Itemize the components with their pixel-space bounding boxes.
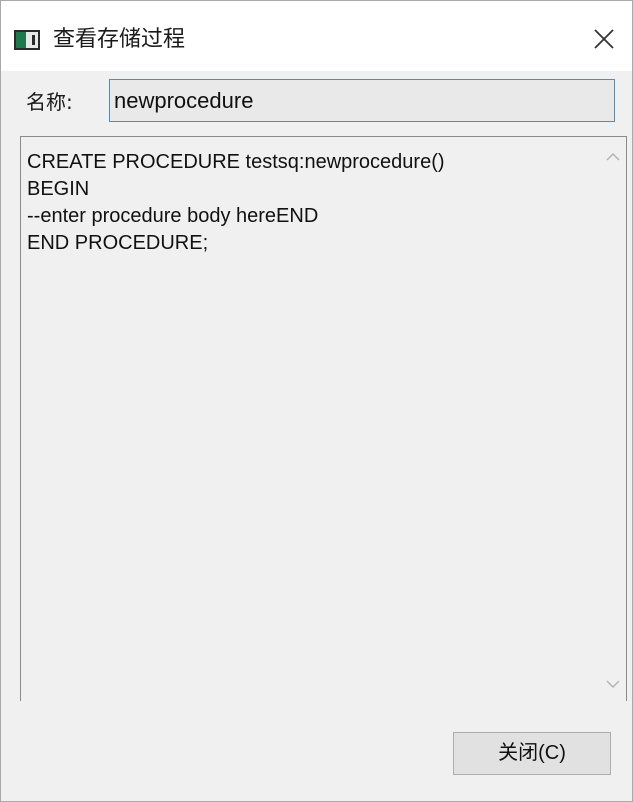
window-title: 查看存储过程 (53, 27, 186, 52)
vertical-scrollbar[interactable] (599, 137, 626, 701)
title-bar: 查看存储过程 (1, 1, 632, 71)
source-line: BEGIN (27, 178, 90, 200)
close-icon[interactable] (591, 26, 617, 52)
app-window-icon (14, 30, 40, 50)
source-line: CREATE PROCEDURE testsq:newprocedure() (27, 151, 445, 173)
source-line: --enter procedure body hereEND (27, 205, 319, 227)
procedure-name-field[interactable] (109, 79, 615, 122)
chevron-down-icon[interactable] (606, 679, 620, 689)
procedure-source-editor[interactable]: CREATE PROCEDURE testsq:newprocedure() B… (20, 136, 627, 701)
chevron-up-icon[interactable] (606, 152, 620, 162)
procedure-source-text[interactable]: CREATE PROCEDURE testsq:newprocedure() B… (27, 149, 597, 257)
view-stored-procedure-dialog: 查看存储过程 名称: CREATE PROCEDURE testsq:newpr… (0, 0, 633, 802)
close-button[interactable]: 关闭(C) (453, 732, 611, 775)
source-line: END PROCEDURE; (27, 232, 209, 254)
name-label: 名称: (26, 90, 73, 114)
